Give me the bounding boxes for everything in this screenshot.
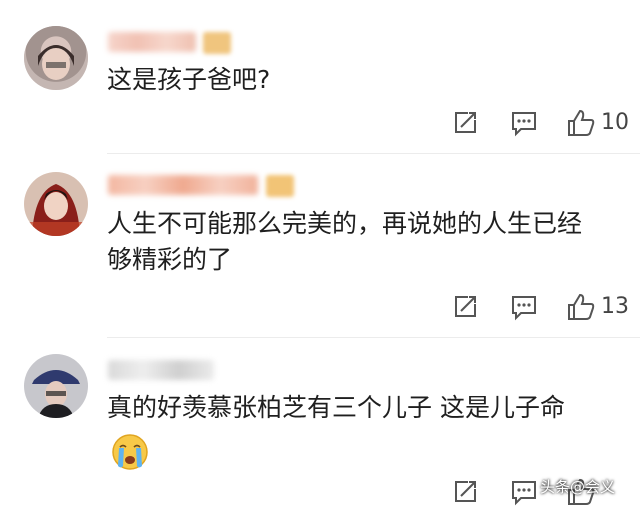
user-badge: [266, 175, 294, 197]
avatar[interactable]: [24, 26, 88, 90]
username-blurred[interactable]: [108, 32, 196, 52]
watermark: 头条@会义: [540, 478, 616, 496]
share-icon[interactable]: [450, 477, 480, 507]
crying-face-emoji: [112, 434, 148, 470]
comment-text: 真的好羡慕张柏芝有三个儿子 这是儿子命: [107, 393, 565, 422]
comment-text: 这是孩子爸吧?: [107, 65, 271, 94]
thumbs-up-icon[interactable]: [566, 292, 596, 322]
thumbs-up-icon[interactable]: [566, 108, 596, 138]
comment-text: 人生不可能那么完美的，再说她的人生已经 够精彩的了: [107, 209, 583, 274]
like-count: 13: [601, 294, 629, 319]
username-blurred[interactable]: [108, 175, 258, 195]
divider: [107, 337, 640, 338]
avatar[interactable]: [24, 172, 88, 236]
share-icon[interactable]: [450, 292, 480, 322]
reply-icon[interactable]: [509, 108, 539, 138]
reply-icon[interactable]: [509, 477, 539, 507]
like-count: 10: [601, 110, 629, 135]
reply-icon[interactable]: [509, 292, 539, 322]
divider: [107, 153, 640, 154]
avatar[interactable]: [24, 354, 88, 418]
share-icon[interactable]: [450, 108, 480, 138]
username-blurred[interactable]: [108, 360, 214, 380]
comment-actions: 10: [0, 108, 640, 142]
user-badge: [203, 32, 231, 54]
comment-actions: 13: [0, 292, 640, 326]
